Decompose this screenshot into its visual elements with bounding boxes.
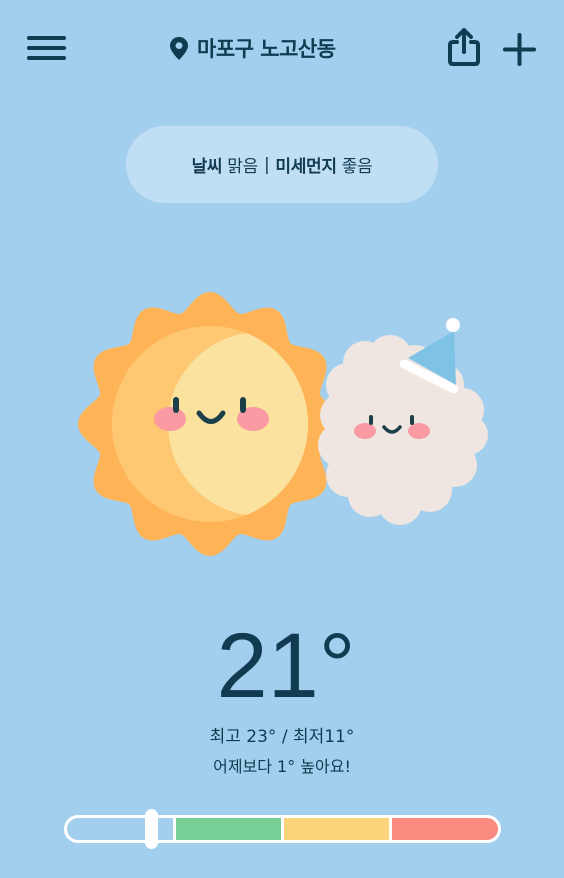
weather-status-pill: 날씨 맑음 | 미세먼지 좋음 — [126, 126, 438, 203]
location-selector[interactable]: 마포구 노고산동 — [169, 33, 336, 63]
status-separator: | — [263, 154, 270, 175]
dust-value: 좋음 — [341, 157, 373, 177]
current-temperature: 21° — [216, 615, 356, 717]
top-bar: 마포구 노고산동 — [0, 0, 564, 95]
share-button[interactable] — [447, 27, 481, 67]
dust-segment-very-bad — [392, 818, 498, 840]
weather-label: 날씨 — [191, 157, 223, 177]
temperature-range: 최고 23° / 최저11° — [209, 727, 355, 747]
add-location-button[interactable] — [503, 33, 536, 66]
menu-button[interactable] — [27, 33, 67, 63]
hamburger-menu-icon — [27, 36, 66, 40]
dust-scale-track — [64, 815, 501, 843]
dust-segment-normal — [176, 818, 281, 840]
yesterday-comparison: 어제보다 1° 높아요! — [213, 757, 351, 776]
weather-value: 맑음 — [227, 157, 258, 177]
hamburger-line — [27, 56, 66, 60]
dust-level-indicator[interactable] — [144, 809, 158, 849]
dust-level-scale[interactable] — [64, 809, 501, 849]
hamburger-line — [27, 46, 66, 50]
dust-label: 미세먼지 — [275, 157, 337, 177]
sun-and-cloud-illustration — [78, 292, 488, 556]
location-label: 마포구 노고산동 — [197, 37, 336, 61]
plus-icon — [503, 33, 536, 66]
share-icon — [448, 28, 480, 66]
map-pin-icon — [170, 36, 188, 60]
sun-icon — [78, 292, 342, 556]
dust-segment-bad — [284, 818, 389, 840]
